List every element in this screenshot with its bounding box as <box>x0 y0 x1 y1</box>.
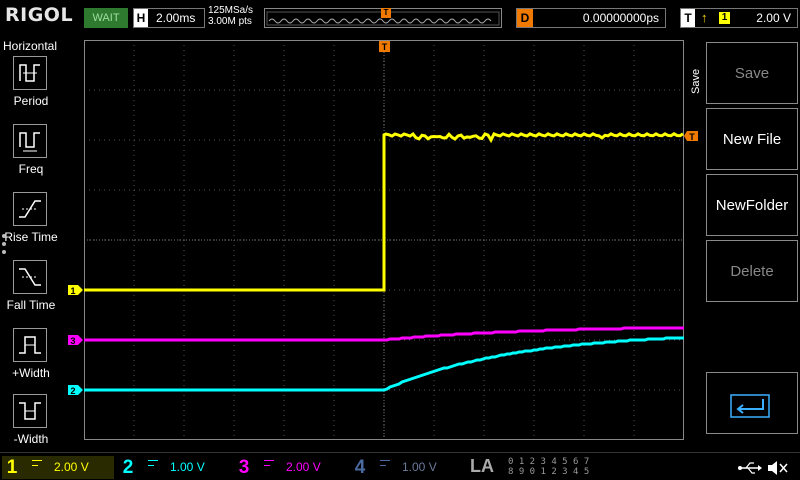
trigger-box[interactable]: T ↑ 1 2.00 V <box>680 8 798 28</box>
ch2-offset-marker[interactable]: 2 <box>68 385 83 396</box>
ch1-trace <box>84 131 684 292</box>
trigger-time-marker[interactable]: T <box>377 40 397 60</box>
measure-plus-width[interactable]: +Width <box>0 328 62 394</box>
la-channel-digits: 0 1 2 3 4 5 6 7 8 9 0 1 2 3 4 5 <box>508 457 589 477</box>
measure-plus-width-label: +Width <box>12 366 50 380</box>
memory-depth: 3.00M pts <box>208 16 252 27</box>
timebase-value: 2.00ms <box>156 11 196 25</box>
ch2-scale: 1.00 V <box>170 460 205 474</box>
measure-fall-time-label: Fall Time <box>6 298 56 312</box>
horizontal-label: H <box>134 9 148 27</box>
run-state-badge[interactable]: WAIT <box>84 8 128 28</box>
new-folder-button-label: NewFolder <box>715 197 789 214</box>
memory-position-bar[interactable]: T <box>264 8 502 28</box>
ch2-coupling-icon <box>148 460 158 461</box>
logic-analyzer-settings[interactable]: LA 0 1 2 3 4 5 6 7 8 9 0 1 2 3 4 5 <box>470 456 600 479</box>
ch1-scale: 2.00 V <box>54 460 89 474</box>
channel-bar: 1 2.00 V 2 1.00 V 3 2.00 V 4 1.00 V LA 0… <box>0 452 800 480</box>
new-file-button[interactable]: New File <box>706 108 798 170</box>
rise-time-icon <box>13 192 47 226</box>
ch2-settings[interactable]: 2 1.00 V <box>118 456 230 479</box>
status-icons <box>738 461 788 475</box>
ch2-number: 2 <box>122 457 134 478</box>
measure-period-label: Period <box>13 94 49 108</box>
measure-minus-width[interactable]: -Width <box>0 394 62 460</box>
ch1-offset-marker[interactable]: 1 <box>68 285 83 296</box>
measure-freq[interactable]: Freq <box>0 124 62 190</box>
measure-menu-title: Horizontal <box>3 39 58 53</box>
ch3-offset-marker[interactable]: 3 <box>68 335 83 346</box>
save-menu-title: Save <box>690 68 702 94</box>
trigger-source: 1 <box>719 12 730 24</box>
plus-width-icon <box>13 328 47 362</box>
svg-text:3: 3 <box>70 336 75 346</box>
trigger-time-marker-label: T <box>382 42 388 52</box>
ch1-number: 1 <box>6 457 18 478</box>
save-menu: Save Save New File NewFolder Delete <box>684 40 800 452</box>
measure-fall-time[interactable]: Fall Time <box>0 260 62 326</box>
measure-period[interactable]: Period <box>0 56 62 122</box>
menu-page-indicator <box>2 234 8 258</box>
new-file-button-label: New File <box>722 131 782 148</box>
measure-rise-time[interactable]: Rise Time <box>0 192 62 258</box>
minus-width-icon <box>13 394 47 428</box>
la-digits-row2: 8 9 0 1 2 3 4 5 <box>508 467 590 477</box>
sample-rate: 125MSa/s <box>208 5 254 16</box>
delay-value: 0.00000000ps <box>582 11 659 25</box>
period-icon <box>13 56 47 90</box>
fall-time-icon <box>13 260 47 294</box>
ch2-coupling-icon-lower <box>148 465 154 466</box>
usb-icon <box>738 462 762 474</box>
ch3-number: 3 <box>238 457 250 478</box>
svg-text:1: 1 <box>70 286 75 296</box>
ch1-settings[interactable]: 1 2.00 V <box>2 456 114 479</box>
top-status-bar: RIGOL WAIT H 2.00ms 125MSa/s 3.00M pts T… <box>0 0 800 36</box>
waveform-canvas <box>84 40 684 440</box>
ch3-scale: 2.00 V <box>286 460 321 474</box>
delete-button-label: Delete <box>730 263 774 280</box>
measure-freq-label: Freq <box>18 162 44 176</box>
brand-logo: RIGOL <box>5 4 74 26</box>
ch4-settings[interactable]: 4 1.00 V <box>350 456 462 479</box>
delay-box[interactable]: D 0.00000000ps <box>516 8 666 28</box>
delete-button[interactable]: Delete <box>706 240 798 302</box>
ch4-scale: 1.00 V <box>402 460 437 474</box>
save-button[interactable]: Save <box>706 42 798 104</box>
ch1-coupling-icon-lower <box>32 465 38 466</box>
ch3-settings[interactable]: 3 2.00 V <box>234 456 346 479</box>
delay-label: D <box>517 9 533 27</box>
rising-edge-icon: ↑ <box>701 10 708 25</box>
trigger-level: 2.00 V <box>756 11 791 25</box>
acquisition-info: 125MSa/s 3.00M pts <box>208 5 253 27</box>
measure-menu: Horizontal Period Freq Rise Time Fall Ti… <box>0 36 62 452</box>
ch4-coupling-icon <box>380 460 390 461</box>
measure-minus-width-label: -Width <box>13 432 49 446</box>
speaker-muted-icon <box>768 461 788 475</box>
measure-rise-time-label: Rise Time <box>4 230 58 244</box>
freq-icon <box>13 124 47 158</box>
enter-icon <box>730 394 770 418</box>
enter-button[interactable] <box>706 372 798 434</box>
la-label: LA <box>470 456 494 476</box>
ch4-coupling-icon-lower <box>380 465 386 466</box>
trigger-position-marker: T <box>381 8 391 18</box>
timebase-box[interactable]: H 2.00ms <box>133 8 205 28</box>
la-digits-row1: 0 1 2 3 4 5 6 7 <box>508 457 590 467</box>
ch1-coupling-icon <box>32 460 42 461</box>
new-folder-button[interactable]: NewFolder <box>706 174 798 236</box>
trigger-label: T <box>681 9 695 27</box>
ch4-number: 4 <box>354 457 366 478</box>
save-button-label: Save <box>734 65 770 82</box>
waveform-display[interactable] <box>84 40 684 440</box>
ch3-coupling-icon-lower <box>264 465 270 466</box>
ch3-coupling-icon <box>264 460 274 461</box>
svg-text:2: 2 <box>70 386 75 396</box>
